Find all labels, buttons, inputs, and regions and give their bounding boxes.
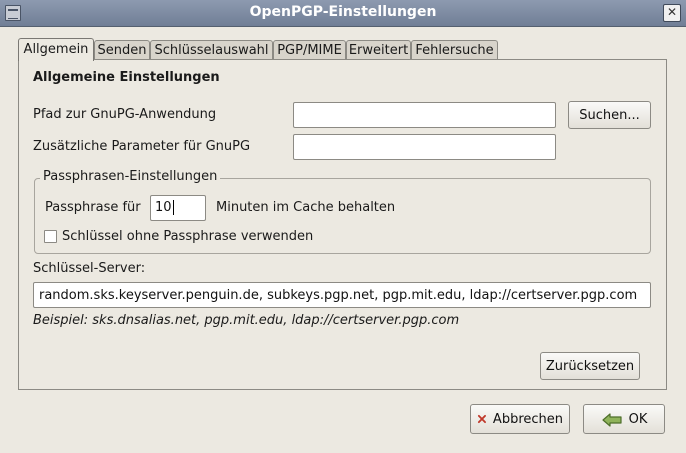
window-title: OpenPGP-Einstellungen <box>249 4 437 20</box>
keyserver-label: Schlüssel-Server: <box>33 261 146 276</box>
ok-arrow-icon <box>602 413 622 427</box>
passphrase-group-label: Passphrasen-Einstellungen <box>40 169 221 184</box>
text-caret <box>172 200 174 215</box>
tab-pgp-mime[interactable]: PGP/MIME <box>273 40 346 59</box>
gnupg-params-label: Zusätzliche Parameter für GnuPG <box>33 139 251 154</box>
passphrase-suffix-label: Minuten im Cache behalten <box>216 200 396 215</box>
no-passphrase-label[interactable]: Schlüssel ohne Passphrase verwenden <box>62 229 313 244</box>
tab-fehlersuche[interactable]: Fehlersuche <box>411 40 498 59</box>
tab-erweitert[interactable]: Erweitert <box>346 40 411 59</box>
passphrase-prefix-label: Passphrase für <box>45 200 141 215</box>
cancel-icon <box>477 414 486 424</box>
cache-minutes-value: 10 <box>155 200 172 215</box>
no-passphrase-checkbox[interactable] <box>44 230 57 243</box>
ok-label: OK <box>628 411 648 427</box>
cancel-button[interactable]: Abbrechen <box>470 404 570 434</box>
gnupg-path-label: Pfad zur GnuPG-Anwendung <box>33 107 217 122</box>
tab-schluesselauswahl[interactable]: Schlüsselauswahl <box>150 40 273 59</box>
tab-allgemein[interactable]: Allgemein <box>18 38 94 61</box>
section-heading: Allgemeine Einstellungen <box>33 70 220 85</box>
browse-button[interactable]: Suchen... <box>568 101 651 129</box>
ok-button[interactable]: OK <box>583 404 665 434</box>
keyserver-input[interactable] <box>33 282 651 308</box>
close-button[interactable]: ✕ <box>663 4 681 22</box>
title-bar[interactable]: OpenPGP-Einstellungen ✕ <box>0 0 686 27</box>
gnupg-params-input[interactable] <box>293 134 556 160</box>
reset-button[interactable]: Zurücksetzen <box>540 352 640 380</box>
cache-minutes-input[interactable]: 10 <box>150 195 206 221</box>
cancel-label: Abbrechen <box>492 411 563 427</box>
keyserver-example: Beispiel: sks.dnsalias.net, pgp.mit.edu,… <box>33 313 460 328</box>
tab-senden[interactable]: Senden <box>94 40 150 59</box>
gnupg-path-input[interactable] <box>293 102 556 128</box>
